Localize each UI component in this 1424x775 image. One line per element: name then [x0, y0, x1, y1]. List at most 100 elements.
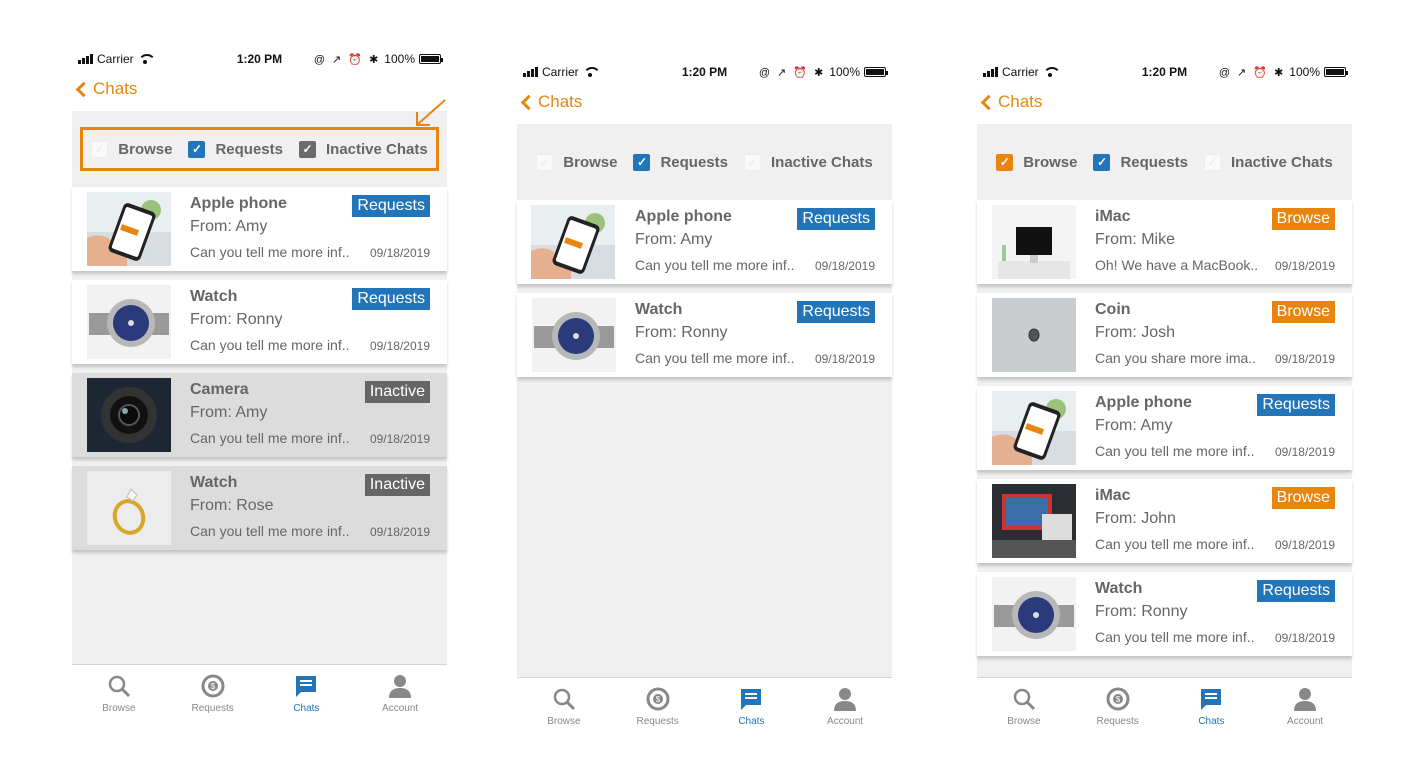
chat-sender: From: John [1095, 510, 1176, 527]
person-icon [1294, 688, 1317, 711]
filter-browse[interactable]: ✓ Browse [996, 153, 1077, 171]
tab-label: Requests [636, 716, 679, 727]
chat-item[interactable]: Apple phone Requests From: Amy Can you t… [977, 386, 1352, 470]
chat-date: 09/18/2019 [814, 259, 875, 273]
chat-item[interactable]: Watch Requests From: Ronny Can you tell … [72, 280, 447, 364]
chat-sender: From: Mike [1095, 231, 1175, 248]
chat-sender: From: Amy [190, 404, 268, 421]
filter-label: Inactive Chats [1231, 153, 1333, 171]
back-button[interactable]: Chats [517, 92, 582, 112]
product-thumbnail-watch [532, 298, 616, 372]
chat-list: Apple phone Requests From: Amy Can you t… [517, 200, 892, 386]
back-label: Chats [998, 92, 1043, 111]
tab-chats[interactable]: Chats [705, 678, 799, 739]
refresh-dollar-icon: $ [646, 687, 670, 711]
person-icon [389, 675, 412, 698]
chat-item[interactable]: Watch Requests From: Ronny Can you tell … [517, 293, 892, 377]
search-icon [553, 688, 575, 711]
status-badge: Inactive [364, 381, 430, 403]
status-badge: Requests [1257, 580, 1335, 602]
chat-item[interactable]: Coin Browse From: Josh Can you share mor… [977, 293, 1352, 377]
filter-bar: ✓ Browse ✓ Requests ✓ Inactive Chats [517, 124, 892, 200]
chat-title: Apple phone [190, 195, 287, 212]
status-badge: Browse [1271, 487, 1335, 509]
tab-label: Browse [1007, 716, 1041, 727]
status-icons: @ ↗ ⏰ ✱ [1218, 66, 1286, 79]
chat-preview: Oh! We have a MacBook.. [1095, 257, 1259, 273]
chat-item[interactable]: iMac Browse From: Mike Oh! We have a Mac… [977, 200, 1352, 284]
chat-preview: Can you tell me more inf.. [1095, 536, 1255, 552]
chat-list: Apple phone Requests From: Amy Can you t… [72, 187, 447, 559]
chat-bubble-icon [741, 689, 762, 710]
chat-title: Apple phone [635, 208, 732, 225]
chat-preview: Can you tell me more inf.. [190, 430, 350, 446]
tab-requests[interactable]: $ Requests [166, 665, 260, 726]
back-button[interactable]: Chats [72, 79, 137, 99]
filter-highlight-box [80, 127, 439, 171]
chat-preview: Can you tell me more inf.. [190, 244, 350, 260]
status-badge: Requests [352, 288, 430, 310]
chat-sender: From: Ronny [1095, 603, 1188, 620]
status-badge: Requests [1257, 394, 1335, 416]
status-bar: Carrier 1:20 PM @ ↗ ⏰ ✱ 100% [517, 62, 892, 82]
tab-account[interactable]: Account [798, 678, 892, 739]
chat-item[interactable]: Watch Inactive From: Rose Can you tell m… [72, 466, 447, 550]
status-bar: Carrier 1:20 PM @ ↗ ⏰ ✱ 100% [72, 49, 447, 69]
tab-requests[interactable]: $ Requests [611, 678, 705, 739]
status-icons: @ ↗ ⏰ ✱ [758, 66, 826, 79]
status-badge: Browse [1271, 208, 1335, 230]
chat-preview: Can you tell me more inf.. [1095, 629, 1255, 645]
checkbox-unchecked-icon: ✓ [744, 153, 761, 171]
tab-browse[interactable]: Browse [977, 678, 1071, 739]
filter-inactive-chats[interactable]: ✓ Inactive Chats [1204, 153, 1333, 171]
chat-title: Watch [1095, 580, 1143, 597]
chat-preview: Can you tell me more inf.. [190, 337, 350, 353]
search-icon [108, 675, 130, 698]
tab-label: Browse [547, 716, 581, 727]
tab-chats[interactable]: Chats [1165, 678, 1259, 739]
product-thumbnail-phone [87, 192, 171, 266]
tab-label: Requests [1096, 716, 1139, 727]
chat-sender: From: Rose [190, 497, 274, 514]
refresh-dollar-icon: $ [1106, 687, 1130, 711]
filter-label: Requests [660, 153, 728, 171]
tab-bar: Browse $ Requests Chats Account [977, 677, 1352, 739]
chat-date: 09/18/2019 [369, 339, 430, 353]
back-label: Chats [538, 92, 583, 111]
chat-title: iMac [1095, 208, 1131, 225]
search-icon [1013, 688, 1035, 711]
checkbox-checked-icon: ✓ [996, 153, 1014, 171]
chat-item[interactable]: Apple phone Requests From: Amy Can you t… [517, 200, 892, 284]
filter-requests[interactable]: ✓ Requests [1093, 153, 1188, 171]
tab-account[interactable]: Account [353, 665, 447, 726]
chat-item[interactable]: Watch Requests From: Ronny Can you tell … [977, 572, 1352, 656]
chat-preview: Can you share more ima.. [1095, 350, 1257, 366]
filter-requests[interactable]: ✓ Requests [633, 153, 728, 171]
status-icons: @ ↗ ⏰ ✱ [313, 53, 381, 66]
chat-title: Coin [1095, 301, 1131, 318]
status-badge: Requests [797, 208, 875, 230]
chat-sender: From: Amy [635, 231, 713, 248]
tab-label: Chats [293, 703, 320, 714]
chat-title: Watch [190, 474, 238, 491]
tab-bar: Browse $ Requests Chats Account [517, 677, 892, 739]
filter-label: Inactive Chats [771, 153, 873, 171]
product-thumbnail-ring [87, 471, 171, 545]
chat-item[interactable]: Apple phone Requests From: Amy Can you t… [72, 187, 447, 271]
tab-label: Chats [738, 716, 765, 727]
tab-browse[interactable]: Browse [517, 678, 611, 739]
tab-account[interactable]: Account [1258, 678, 1352, 739]
chat-item[interactable]: iMac Browse From: John Can you tell me m… [977, 479, 1352, 563]
chat-date: 09/18/2019 [1274, 445, 1335, 459]
chat-bubble-icon [296, 676, 317, 697]
filter-browse[interactable]: ✓ Browse [536, 153, 617, 171]
chat-item[interactable]: Camera Inactive From: Amy Can you tell m… [72, 373, 447, 457]
checkbox-unchecked-icon: ✓ [536, 153, 554, 171]
tab-browse[interactable]: Browse [72, 665, 166, 726]
filter-inactive-chats[interactable]: ✓ Inactive Chats [744, 153, 873, 171]
chat-title: iMac [1095, 487, 1131, 504]
tab-requests[interactable]: $ Requests [1071, 678, 1165, 739]
battery-label: 100% [1289, 65, 1320, 79]
tab-chats[interactable]: Chats [260, 665, 354, 726]
back-button[interactable]: Chats [977, 92, 1042, 112]
